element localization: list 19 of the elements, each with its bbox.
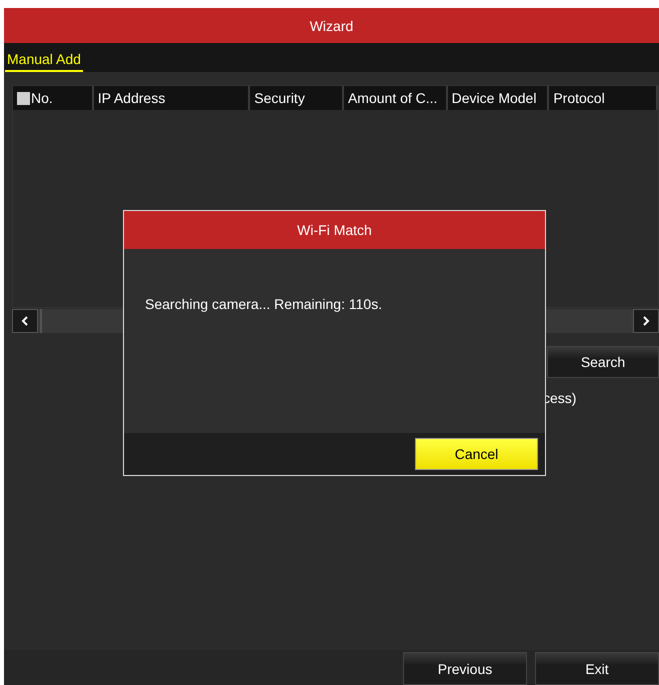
column-header: Device Model xyxy=(452,90,536,106)
chevron-left-icon xyxy=(21,316,29,326)
column-header: Protocol xyxy=(553,90,605,106)
column-header: Security xyxy=(254,90,305,106)
tab[interactable]: Manual Add xyxy=(5,51,83,72)
column-header: IP Address xyxy=(98,90,166,106)
footer-button[interactable]: Previous xyxy=(403,652,527,685)
checkbox[interactable] xyxy=(17,92,30,104)
search-button[interactable]: Search xyxy=(547,346,659,378)
column-header: No. xyxy=(31,90,53,106)
window-title: Wizard xyxy=(4,8,659,43)
column-header: Amount of C... xyxy=(348,90,438,106)
scroll-right-button[interactable] xyxy=(633,309,659,333)
chevron-right-icon xyxy=(642,316,650,326)
footer-button[interactable]: Exit xyxy=(535,652,659,685)
status-message: Searching camera... Remaining: 110s. xyxy=(145,296,382,312)
scroll-left-button[interactable] xyxy=(12,309,38,333)
dialog-title: Wi-Fi Match xyxy=(124,211,545,249)
cancel-button[interactable]: Cancel xyxy=(415,438,538,470)
